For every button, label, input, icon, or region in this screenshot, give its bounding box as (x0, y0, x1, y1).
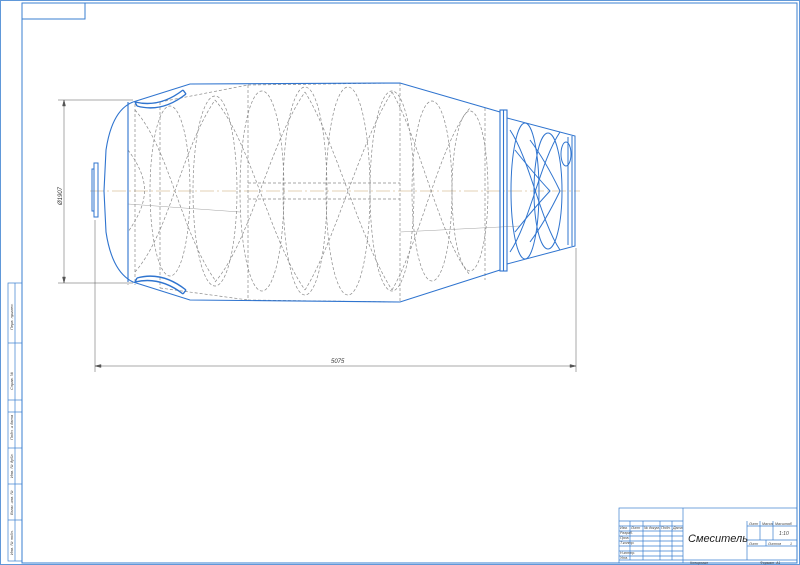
left-margin-labels: Перв. примен. Справ. № Подп. и дата Инв.… (9, 303, 14, 555)
tb-role-check: Пров. (620, 536, 629, 540)
length-dimension-value: 5075 (331, 359, 345, 365)
tb-role-tcontr: Т.контр. (620, 541, 635, 545)
strip-label-1: Перв. примен. (9, 303, 14, 330)
drawing-title: Смеситель (688, 533, 748, 545)
tb-scale-label: Масштаб (775, 522, 793, 526)
tb-format-value: A1 (775, 561, 780, 565)
tb-label-izm: Изм. (620, 526, 628, 530)
drawing-sheet: Перв. примен. Справ. № Подп. и дата Инв.… (0, 0, 800, 565)
ring-flange (499, 109, 508, 272)
tb-label-date: Дата (672, 526, 682, 530)
strip-label-3: Подп. и дата (9, 414, 14, 440)
title-block-text: Изм. Лист № докум. Подп. Дата Разраб. Пр… (620, 522, 793, 565)
diameter-dimension-value: Ø1907 (58, 186, 64, 206)
tb-label-list: Лист (630, 526, 640, 530)
tb-sheets-label: Листов (767, 542, 781, 546)
tb-sheets-value: 1 (790, 542, 792, 546)
strip-label-4: Инв. № дубл. (9, 453, 14, 478)
leader-lines (127, 203, 521, 233)
tb-mass-label: Масса (762, 522, 773, 526)
hidden-lines (127, 82, 489, 303)
tb-role-approve: Утв. (620, 556, 628, 560)
mixer-body-outline (103, 82, 501, 303)
tb-format-label: Формат (760, 561, 774, 565)
tb-sheet-label: Лист (748, 522, 758, 526)
tb-scale-value: 1:10 (779, 531, 789, 537)
end-flange (91, 162, 99, 218)
tb-label-sign: Подп. (661, 526, 671, 530)
tb-role-ncontr: Н.контр. (620, 551, 635, 555)
diameter-dimension (58, 99, 133, 284)
tb-copied-label: Копировал (690, 561, 708, 565)
tb-label-doc: № докум. (644, 526, 660, 530)
strip-label-2: Справ. № (9, 371, 14, 390)
tb-sheet-label-2: Лист (748, 542, 758, 546)
strip-label-6: Инв. № подл. (9, 530, 14, 555)
strip-label-5: Взам. инв. № (9, 490, 14, 515)
tb-role-dev: Разраб. (620, 531, 633, 535)
